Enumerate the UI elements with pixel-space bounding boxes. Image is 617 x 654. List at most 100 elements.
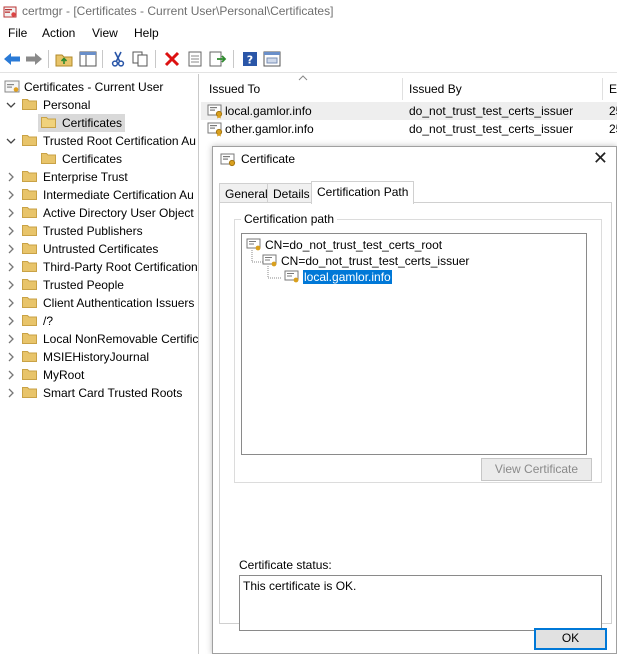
cut-icon[interactable] — [108, 49, 128, 69]
chevron-right-icon[interactable] — [6, 226, 16, 236]
certmgr-app-icon — [3, 6, 17, 18]
tree-item-personal[interactable]: Personal — [0, 96, 198, 114]
path-label-selected: local.gamlor.info — [302, 269, 393, 285]
tab-certification-path[interactable]: Certification Path — [311, 181, 415, 204]
column-expiration[interactable]: Ex — [609, 78, 617, 100]
chevron-down-icon[interactable] — [6, 136, 16, 146]
chevron-down-icon[interactable] — [6, 100, 16, 110]
console-icon[interactable] — [262, 49, 282, 69]
tree-item-personal-certificates[interactable]: Certificates — [38, 114, 125, 132]
tree-item-trusted-root-certificates[interactable]: Certificates — [38, 150, 198, 168]
chevron-right-icon[interactable] — [6, 370, 16, 380]
help-icon[interactable]: ? — [240, 49, 260, 69]
tree-root[interactable]: Certificates - Current User — [0, 78, 198, 96]
chevron-right-icon[interactable] — [6, 280, 16, 290]
table-row[interactable]: other.gamlor.info do_not_trust_test_cert… — [201, 120, 617, 138]
back-icon[interactable] — [2, 49, 22, 69]
column-issued-to[interactable]: Issued To — [209, 78, 260, 100]
tree-item-local-nonremovable[interactable]: Local NonRemovable Certific — [0, 330, 198, 348]
delete-icon[interactable] — [162, 49, 182, 69]
menu-bar: File Action View Help — [0, 24, 617, 44]
tree-item-smart-card-roots[interactable]: Smart Card Trusted Roots — [0, 384, 198, 402]
tree-label: Personal — [43, 98, 91, 112]
tree-item-slash-question[interactable]: /? — [0, 312, 198, 330]
show-hide-tree-icon[interactable] — [78, 49, 98, 69]
tree-label: Smart Card Trusted Roots — [43, 386, 183, 400]
folder-icon — [22, 279, 37, 290]
tree-item-intermediate[interactable]: Intermediate Certification Au — [0, 186, 198, 204]
tree-label: /? — [43, 314, 54, 328]
certificate-status-box[interactable]: This certificate is OK. — [239, 575, 602, 631]
group-label: Certification path — [241, 212, 338, 226]
tree-label: Untrusted Certificates — [43, 242, 159, 256]
tree-label: MSIEHistoryJournal — [43, 350, 150, 364]
chevron-right-icon[interactable] — [6, 244, 16, 254]
chevron-right-icon[interactable] — [6, 262, 16, 272]
folder-icon — [41, 153, 56, 164]
certificate-icon — [246, 238, 261, 251]
cell-expiration: 25 — [609, 122, 617, 136]
tree-label: Certificates — [62, 152, 123, 166]
tree-label: Intermediate Certification Au — [43, 188, 194, 202]
tree-label: Certificates — [62, 116, 123, 130]
forward-icon[interactable] — [24, 49, 44, 69]
chevron-right-icon[interactable] — [6, 172, 16, 182]
certificate-store-icon — [4, 80, 20, 93]
tab-general[interactable]: General — [219, 183, 274, 203]
sort-ascending-icon — [298, 75, 308, 81]
tree-label: Certificates - Current User — [24, 80, 164, 94]
tree-item-enterprise-trust[interactable]: Enterprise Trust — [0, 168, 198, 186]
properties-icon[interactable] — [185, 49, 205, 69]
certificate-status-text: This certificate is OK. — [243, 579, 357, 593]
toolbar: ? — [0, 45, 617, 73]
cell-issued-by: do_not_trust_test_certs_issuer — [409, 122, 574, 136]
tree-item-trusted-publishers[interactable]: Trusted Publishers — [0, 222, 198, 240]
menu-help[interactable]: Help — [134, 26, 159, 40]
close-icon[interactable]: ✕ — [593, 148, 608, 169]
title-bar: certmgr - [Certificates - Current User\P… — [0, 0, 617, 24]
chevron-right-icon[interactable] — [6, 208, 16, 218]
tree-item-active-directory[interactable]: Active Directory User Object — [0, 204, 198, 222]
tab-panel: Certification path CN=do_not_trust_test_… — [219, 202, 612, 631]
tree-label: Client Authentication Issuers — [43, 296, 195, 310]
up-folder-icon[interactable] — [54, 49, 74, 69]
table-row[interactable]: local.gamlor.info do_not_trust_test_cert… — [201, 102, 617, 120]
chevron-right-icon[interactable] — [6, 190, 16, 200]
column-issued-by[interactable]: Issued By — [409, 78, 462, 100]
chevron-right-icon[interactable] — [6, 352, 16, 362]
tree-item-myroot[interactable]: MyRoot — [0, 366, 198, 384]
tree-item-untrusted[interactable]: Untrusted Certificates — [0, 240, 198, 258]
tree-item-client-auth-issuers[interactable]: Client Authentication Issuers — [0, 294, 198, 312]
svg-text:?: ? — [247, 54, 253, 67]
tree-item-third-party-root[interactable]: Third-Party Root Certification — [0, 258, 198, 276]
menu-file[interactable]: File — [8, 26, 27, 40]
tree-item-trusted-root[interactable]: Trusted Root Certification Au — [0, 132, 198, 150]
folder-icon — [22, 351, 37, 362]
folder-open-icon — [41, 117, 56, 128]
chevron-right-icon[interactable] — [6, 316, 16, 326]
chevron-right-icon[interactable] — [6, 298, 16, 308]
tab-strip: General Details Certification Path — [219, 181, 612, 204]
folder-icon — [22, 99, 37, 110]
folder-icon — [22, 315, 37, 326]
path-label: CN=do_not_trust_test_certs_root — [265, 238, 443, 252]
cell-issued-to: other.gamlor.info — [225, 122, 314, 136]
tree-label: Active Directory User Object — [43, 206, 194, 220]
tab-details[interactable]: Details — [267, 183, 316, 203]
certificate-icon — [207, 122, 223, 137]
view-certificate-button[interactable]: View Certificate — [481, 458, 592, 481]
copy-icon[interactable] — [130, 49, 150, 69]
menu-action[interactable]: Action — [42, 26, 75, 40]
ok-button[interactable]: OK — [534, 628, 607, 650]
export-icon[interactable] — [208, 49, 228, 69]
chevron-right-icon[interactable] — [6, 334, 16, 344]
chevron-right-icon[interactable] — [6, 388, 16, 398]
cell-expiration: 25 — [609, 104, 617, 118]
tree-item-trusted-people[interactable]: Trusted People — [0, 276, 198, 294]
cell-issued-by: do_not_trust_test_certs_issuer — [409, 104, 574, 118]
folder-icon — [22, 243, 37, 254]
menu-view[interactable]: View — [92, 26, 118, 40]
tree-item-msie-history[interactable]: MSIEHistoryJournal — [0, 348, 198, 366]
certification-path-tree[interactable]: CN=do_not_trust_test_certs_root CN=do_no… — [241, 233, 587, 455]
certificate-dialog: Certificate ✕ General Details Certificat… — [212, 146, 617, 654]
